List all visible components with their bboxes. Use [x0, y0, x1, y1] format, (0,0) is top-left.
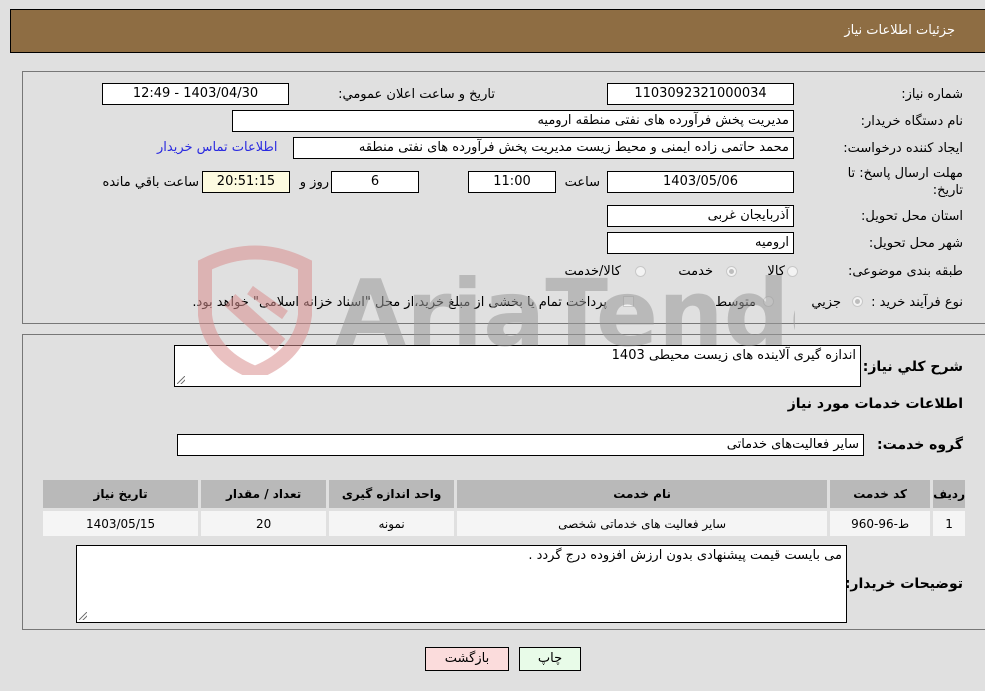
col-header-unit: واحد اندازه گیری [326, 477, 458, 511]
announce-date-label: تاریخ و ساعت اعلان عمومي: [338, 87, 495, 102]
process-option-minor: جزيي [811, 295, 841, 310]
cell-need-date: 1403/05/15 [39, 508, 202, 539]
need-details-panel: شماره نیاز: 1103092321000034 تاریخ و ساع… [22, 71, 985, 324]
buyer-notes-text: می بایست قیمت پیشنهادی بدون ارزش افزوده … [528, 548, 842, 563]
process-label: نوع فرآیند خرید : [871, 295, 963, 310]
remaining-time-label: ساعت باقي مانده [102, 175, 199, 190]
need-summary-panel: شرح کلي نياز: اندازه گیری آلاینده های زی… [22, 334, 985, 630]
col-header-quantity: تعداد / مقدار [198, 477, 330, 511]
need-number-field: 1103092321000034 [607, 83, 794, 105]
resize-grip-icon[interactable] [79, 612, 87, 620]
col-header-row-number: ردیف [930, 477, 968, 511]
process-option-medium: متوسط [715, 295, 756, 310]
buyer-contact-link[interactable]: اطلاعات تماس خریدار [157, 140, 277, 155]
services-table: ردیف کد خدمت نام خدمت واحد اندازه گیری ت… [39, 477, 968, 539]
description-label: شرح کلي نياز: [862, 359, 963, 375]
remaining-time-field: 20:51:15 [202, 171, 290, 193]
buyer-org-label: نام دستگاه خریدار: [860, 114, 963, 129]
category-radio-goods-service[interactable] [635, 266, 646, 277]
category-label: طبقه بندی موضوعی: [847, 264, 963, 279]
page-title: جزئیات اطلاعات نیاز [844, 23, 955, 38]
col-header-service-name: نام خدمت [454, 477, 831, 511]
category-radio-goods[interactable] [787, 266, 798, 277]
col-header-need-date: تاریخ نیاز [39, 477, 202, 511]
city-field: ارومیه [607, 232, 794, 254]
deadline-label: مهلت ارسال پاسخ: تا تاریخ: [847, 166, 963, 198]
back-button[interactable]: بازگشت [425, 647, 509, 671]
cell-unit: نمونه [326, 508, 458, 539]
treasury-payment-checkbox[interactable] [623, 296, 634, 307]
page-header: جزئیات اطلاعات نیاز [10, 9, 985, 53]
cell-service-name: سایر فعالیت های خدماتی شخصی [454, 508, 831, 539]
category-option-service: خدمت [678, 264, 713, 279]
days-label: روز و [299, 175, 329, 190]
deadline-time-field: 11:00 [468, 171, 556, 193]
category-radio-service[interactable] [726, 266, 737, 277]
cell-row-number: 1 [930, 508, 968, 539]
table-header-row: ردیف کد خدمت نام خدمت واحد اندازه گیری ت… [39, 477, 968, 511]
need-number-label: شماره نیاز: [901, 87, 963, 102]
announce-date-field: 1403/04/30 - 12:49 [102, 83, 289, 105]
table-row: 1 ط-96-960 سایر فعالیت های خدماتی شخصی ن… [39, 508, 968, 539]
buyer-notes-textarea[interactable]: می بایست قیمت پیشنهادی بدون ارزش افزوده … [76, 545, 847, 623]
creator-field: محمد حاتمی زاده ایمنی و محیط زیست مدیریت… [293, 137, 794, 159]
process-radio-minor[interactable] [852, 296, 863, 307]
services-heading: اطلاعات خدمات مورد نیاز [787, 396, 963, 412]
city-label: شهر محل تحویل: [868, 236, 963, 251]
category-option-goods: کالا [767, 264, 785, 279]
description-textarea[interactable]: اندازه گیری آلاینده های زیست محیطی 1403 [174, 345, 861, 387]
creator-label: ایجاد کننده درخواست: [843, 141, 963, 156]
description-text: اندازه گیری آلاینده های زیست محیطی 1403 [611, 348, 856, 363]
province-field: آذربایجان غربی [607, 205, 794, 227]
deadline-time-label: ساعت [564, 175, 600, 190]
deadline-date-field: 1403/05/06 [607, 171, 794, 193]
cell-service-code: ط-96-960 [827, 508, 934, 539]
service-group-field: سایر فعالیت‌های خدماتی [177, 434, 864, 456]
payment-note: پرداخت تمام یا بخشی از مبلغ خرید،از محل … [192, 295, 607, 310]
category-option-goods-service: کالا/خدمت [564, 264, 621, 279]
col-header-service-code: کد خدمت [827, 477, 934, 511]
remaining-days-field: 6 [331, 171, 419, 193]
resize-grip-icon[interactable] [177, 376, 185, 384]
province-label: استان محل تحویل: [861, 209, 963, 224]
buyer-org-field: مدیریت پخش فرآورده های نفتی منطقه ارومیه [232, 110, 794, 132]
buyer-notes-label: توضیحات خریدار: [844, 576, 963, 592]
print-button[interactable]: چاپ [519, 647, 581, 671]
cell-quantity: 20 [198, 508, 330, 539]
process-radio-medium[interactable] [763, 296, 774, 307]
service-group-label: گروه خدمت: [877, 437, 963, 453]
